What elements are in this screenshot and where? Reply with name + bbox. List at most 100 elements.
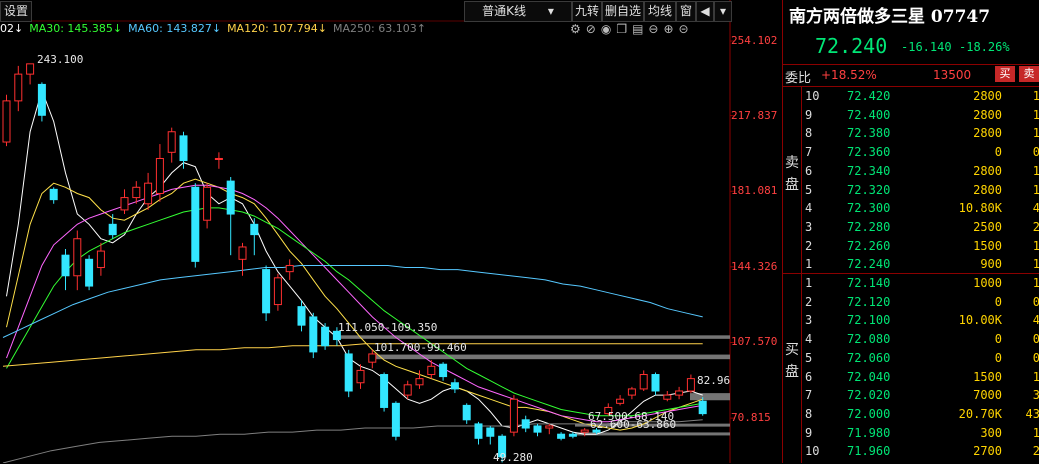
candle-body — [675, 390, 684, 396]
ma-legend-item: MA30: 145.385↓ — [29, 22, 123, 35]
ask-row[interactable]: 5 72.320 2800 1 — [803, 183, 1039, 200]
ask-row[interactable]: 1 72.240 900 1 — [803, 257, 1039, 274]
kline-type-select[interactable]: 普通K线 ▾ — [464, 1, 572, 22]
bid-level: 8 — [805, 406, 813, 421]
ma-legend: 02↓ MA30: 145.385↓ MA60: 143.827↓ MA120: 10… — [0, 22, 432, 38]
copy-icon[interactable]: ❐ — [616, 22, 632, 36]
eye-icon[interactable]: ◉ — [601, 22, 616, 36]
ask-price: 72.300 — [847, 201, 891, 216]
delete-watchlist-button[interactable]: 删自选 — [602, 1, 644, 22]
bid-row[interactable]: 9 71.980 300 1 — [803, 426, 1039, 443]
bid-price: 71.960 — [847, 444, 891, 459]
candle-body — [49, 188, 58, 201]
speaker-icon[interactable]: ◀ — [696, 1, 714, 22]
ask-vol: 2800 — [973, 163, 1002, 178]
current-price: 72.240 — [815, 34, 888, 58]
candle-body — [167, 131, 176, 153]
ma10-line — [6, 178, 703, 431]
weibi-value: +18.52% — [821, 68, 877, 82]
high-price-label: 243.100 — [37, 53, 84, 66]
ask-price: 72.340 — [847, 163, 891, 178]
candle-body — [179, 135, 188, 162]
bid-price: 71.980 — [847, 425, 891, 440]
bid-vol: 10.00K — [958, 313, 1002, 328]
bid-row[interactable]: 10 71.960 2700 2 — [803, 444, 1039, 461]
zoom-out-icon[interactable]: ⊖ — [648, 22, 663, 36]
kline-chart[interactable] — [0, 0, 781, 463]
zone-label: 62.600-63.860 — [590, 418, 677, 432]
bid-vol: 20.70K — [958, 406, 1002, 421]
ask-vol: 2800 — [973, 89, 1002, 103]
ask-row[interactable]: 9 72.400 2800 1 — [803, 108, 1039, 125]
candle-body — [262, 269, 271, 314]
ask-extra: 1 — [1032, 107, 1039, 122]
ask-row[interactable]: 4 72.300 10.80K 4 — [803, 201, 1039, 218]
bid-vol: 0 — [994, 294, 1002, 309]
bid-row[interactable]: 1 72.140 1000 1 — [803, 276, 1039, 293]
bid-extra: 0 — [1032, 332, 1039, 347]
candle-body — [403, 384, 412, 396]
ask-price: 72.420 — [847, 89, 891, 103]
candle-body — [214, 157, 223, 160]
ask-level: 1 — [805, 257, 813, 272]
sell-button[interactable]: 卖 — [1019, 66, 1039, 82]
candle-body — [26, 63, 35, 75]
window-button[interactable]: 窗 — [676, 1, 696, 22]
candle-body — [545, 425, 554, 429]
ask-price: 72.400 — [847, 107, 891, 122]
candle-body — [321, 326, 330, 347]
zoom-in-icon[interactable]: ⊕ — [663, 22, 678, 36]
bid-vol: 1000 — [973, 276, 1002, 290]
bid-row[interactable]: 4 72.080 0 0 — [803, 332, 1039, 349]
price-zone — [690, 393, 730, 401]
candle-body — [191, 186, 200, 262]
bid-row[interactable]: 8 72.000 20.70K 43 — [803, 407, 1039, 424]
candle-body — [627, 388, 636, 396]
ask-vol: 2800 — [973, 107, 1002, 122]
bid-row[interactable]: 6 72.040 1500 1 — [803, 370, 1039, 387]
ask-level: 6 — [805, 163, 813, 178]
menu-chevron-icon[interactable]: ▾ — [714, 1, 732, 22]
ask-extra: 4 — [1032, 201, 1039, 216]
ma-legend-item: MA250: 63.103↑ — [332, 22, 426, 35]
ask-row[interactable]: 6 72.340 2800 1 — [803, 164, 1039, 181]
ask-row[interactable]: 10 72.420 2800 1 — [803, 89, 1039, 106]
ask-row[interactable]: 3 72.280 2500 2 — [803, 220, 1039, 237]
bid-level: 4 — [805, 332, 813, 347]
ma-line-button[interactable]: 均线 — [644, 1, 676, 22]
jiuzhuan-button[interactable]: 九转 — [572, 1, 602, 22]
ma20-line — [6, 184, 703, 423]
ask-vol: 2800 — [973, 182, 1002, 197]
ma-legend-item: MA60: 143.827↓ — [128, 22, 222, 35]
ask-extra: 1 — [1032, 89, 1039, 103]
kline-type-label: 普通K线 — [482, 4, 526, 18]
ask-row[interactable]: 7 72.360 0 0 — [803, 145, 1039, 162]
ask-row[interactable]: 8 72.380 2800 1 — [803, 126, 1039, 143]
price-change-pct: -18.26% — [959, 40, 1010, 54]
settings-button[interactable]: 设置 — [0, 1, 32, 22]
ask-price: 72.320 — [847, 182, 891, 197]
bid-price: 72.020 — [847, 388, 891, 403]
bid-price: 72.080 — [847, 332, 891, 347]
bid-row[interactable]: 5 72.060 0 0 — [803, 351, 1039, 368]
ask-extra: 2 — [1032, 219, 1039, 234]
bid-row[interactable]: 2 72.120 0 0 — [803, 295, 1039, 312]
ask-vol: 10.80K — [958, 201, 1002, 216]
kline-chart-area[interactable]: 设置 普通K线 ▾ 九转 删自选 均线 窗 ◀ ▾ 02↓ MA30: 145.3… — [0, 0, 781, 464]
bid-extra: 0 — [1032, 294, 1039, 309]
export-icon[interactable]: ▤ — [632, 22, 648, 36]
y-tick-label: 107.570 — [731, 335, 778, 349]
ask-level: 8 — [805, 126, 813, 141]
y-tick-label: 254.102 — [731, 34, 778, 47]
gear-icon[interactable]: ⚙ — [570, 22, 586, 36]
ask-level: 3 — [805, 219, 813, 234]
buy-button[interactable]: 买 — [995, 66, 1015, 82]
candle-body — [250, 223, 259, 236]
bid-row[interactable]: 3 72.100 10.00K 4 — [803, 313, 1039, 330]
low-price-label: 49.280 — [493, 451, 533, 464]
minus-icon[interactable]: ⊝ — [679, 22, 694, 36]
eye-off-icon[interactable]: ⊘ — [586, 22, 601, 36]
bid-row[interactable]: 7 72.020 7000 3 — [803, 388, 1039, 405]
ask-extra: 1 — [1032, 182, 1039, 197]
ask-row[interactable]: 2 72.260 1500 1 — [803, 239, 1039, 256]
